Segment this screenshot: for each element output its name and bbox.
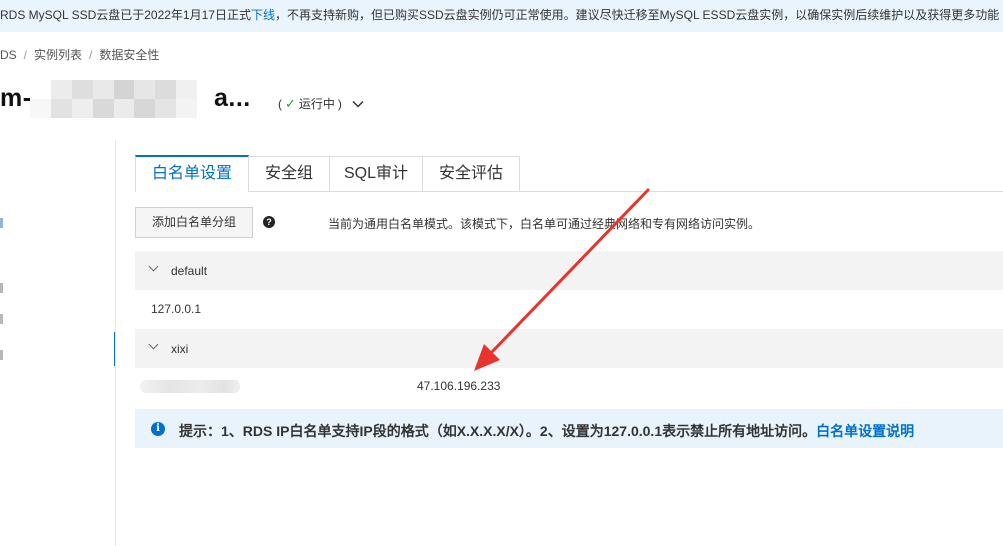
tip-banner: i 提示：1、RDS IP白名单支持IP段的格式（如X.X.X.X/X）。2、设…: [135, 409, 1003, 448]
side-navigation: [0, 140, 116, 546]
whitelist-mode-hint: 当前为通用白名单模式。该模式下，白名单可通过经典网络和专有网络访问实例。: [328, 217, 761, 231]
breadcrumb-separator: /: [23, 48, 28, 62]
chevron-down-icon[interactable]: [148, 261, 159, 272]
tab-whitelist[interactable]: 白名单设置: [135, 155, 249, 192]
group-name: default: [171, 264, 208, 278]
page-title-suffix: a...: [214, 84, 251, 112]
security-tabs: 白名单设置 安全组 SQL审计 安全评估: [135, 155, 1003, 192]
page-title-prefix: m-: [0, 84, 32, 112]
check-icon: ✓: [285, 95, 296, 111]
nav-item-fragment[interactable]: [0, 218, 3, 228]
add-whitelist-group-button[interactable]: 添加白名单分组: [135, 207, 253, 238]
nav-item-fragment[interactable]: [0, 350, 3, 360]
whitelist-help-link[interactable]: 白名单设置说明: [816, 423, 914, 439]
chevron-down-icon[interactable]: [148, 339, 159, 350]
tabs-baseline: [135, 191, 1003, 192]
breadcrumb-item-data-security: 数据安全性: [99, 48, 160, 62]
tab-security-group[interactable]: 安全组: [248, 156, 330, 191]
whitelist-group-header-xixi[interactable]: xixi: [135, 329, 1003, 368]
notice-text-rest: ，不再支持新购，但已购买SSD云盘实例仍可正常使用。建议尽快迁移至MySQL E…: [274, 7, 1000, 22]
chevron-down-icon[interactable]: [352, 97, 364, 111]
breadcrumb-item-instance-list[interactable]: 实例列表: [34, 48, 82, 62]
tab-security-assessment[interactable]: 安全评估: [422, 156, 520, 191]
masked-ip: [140, 380, 240, 393]
whitelist-group-header-default[interactable]: default: [135, 251, 1003, 290]
status-text: 运行中: [298, 97, 335, 111]
help-icon[interactable]: ?: [263, 216, 275, 228]
masked-instance-id: [30, 80, 218, 118]
tab-sql-audit[interactable]: SQL审计: [329, 156, 423, 191]
notice-banner: RDS MySQL SSD云盘已于2022年1月17日正式下线，不再支持新购，但…: [0, 0, 1003, 32]
info-icon: i: [151, 422, 165, 436]
whitelist-ip: 127.0.0.1: [151, 302, 202, 316]
nav-item-fragment[interactable]: [0, 283, 3, 293]
instance-status[interactable]: ( ✓ 运行中 ): [278, 95, 364, 112]
breadcrumb: DS / 实例列表 / 数据安全性: [0, 46, 159, 63]
group-name: xixi: [171, 342, 189, 356]
nav-item-fragment[interactable]: [0, 314, 3, 324]
breadcrumb-separator: /: [89, 48, 93, 62]
notice-text: RDS MySQL SSD云盘已于2022年1月17日正式: [0, 7, 251, 22]
tip-text: 提示：1、RDS IP白名单支持IP段的格式（如X.X.X.X/X）。2、设置为…: [179, 423, 817, 439]
nav-divider: [115, 140, 116, 546]
whitelist-ip: 47.106.196.233: [417, 379, 501, 393]
status-paren-open: (: [278, 96, 282, 111]
breadcrumb-item-rds[interactable]: DS: [0, 48, 17, 62]
whitelist-ip-row: 127.0.0.1: [135, 290, 1003, 328]
status-paren-close: ): [337, 96, 342, 111]
whitelist-ip-row: 47.106.196.233: [135, 367, 1003, 405]
tip-text-wrap: 提示：1、RDS IP白名单支持IP段的格式（如X.X.X.X/X）。2、设置为…: [179, 421, 914, 441]
notice-link[interactable]: 下线: [251, 8, 275, 22]
